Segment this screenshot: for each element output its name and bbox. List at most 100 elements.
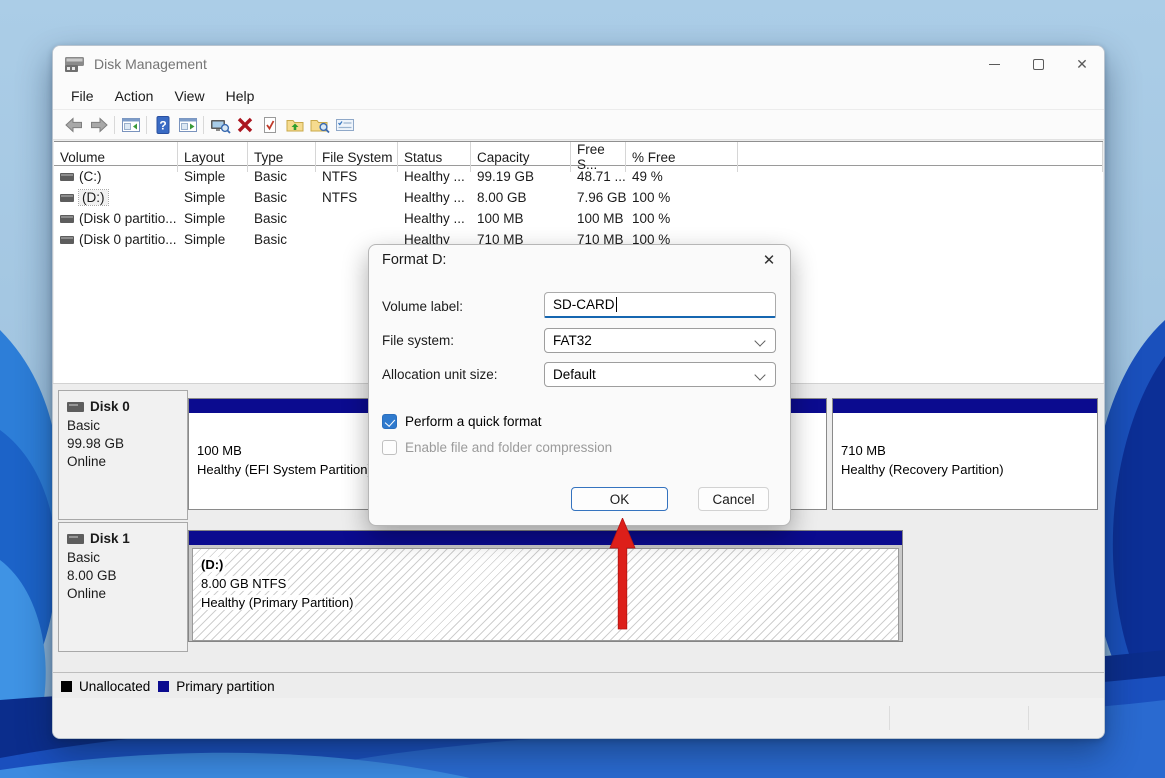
desktop: Disk Management ✕ File Action View Help [0, 0, 1165, 778]
file-system-select[interactable]: FAT32 [544, 328, 776, 353]
recovery-partition-status: Healthy (Recovery Partition) [841, 460, 1097, 479]
text-caret [616, 297, 617, 312]
toolbar-delete-volume-button[interactable] [232, 113, 257, 137]
toolbar-back-button[interactable] [61, 113, 86, 137]
properties-check-icon [260, 115, 280, 135]
folder-up-icon [285, 115, 305, 135]
minimize-icon [989, 64, 1000, 65]
legend: Unallocated Primary partition [53, 672, 1104, 699]
dialog-title: Format D: [382, 252, 446, 268]
toolbar-details-button[interactable] [332, 113, 357, 137]
disk1-kind: Basic [59, 548, 187, 566]
statusbar-separator [889, 706, 890, 730]
toolbar-folder-up-button[interactable] [282, 113, 307, 137]
toolbar-separator [114, 116, 115, 134]
toolbar-separator [146, 116, 147, 134]
ok-button[interactable]: OK [571, 487, 668, 511]
toolbar-forward-button[interactable] [86, 113, 111, 137]
red-annotation-arrow [609, 518, 636, 632]
volume-list-header: Volume Layout Type File System Status Ca… [54, 142, 1103, 166]
file-system-label: File system: [382, 333, 454, 348]
d-partition-size: 8.00 GB NTFS [201, 576, 288, 591]
format-dialog: Format D: ✕ Volume label: SD-CARD File s… [368, 244, 791, 526]
toolbar-separator [203, 116, 204, 134]
disk-icon [67, 402, 84, 412]
volume-row-c[interactable]: (C:) Simple Basic NTFS Healthy ... 99.19… [54, 166, 1103, 187]
partition-color-bar [189, 531, 902, 545]
volume-label-input[interactable]: SD-CARD [544, 292, 776, 318]
console-tree-icon [121, 115, 141, 135]
statusbar-separator [1028, 706, 1029, 730]
toolbar-action-pane-button[interactable] [175, 113, 200, 137]
chevron-down-icon [754, 335, 765, 346]
menu-view[interactable]: View [165, 85, 213, 107]
allocation-unit-select[interactable]: Default [544, 362, 776, 387]
d-partition-status: Healthy (Primary Partition) [201, 595, 355, 610]
delete-x-icon [235, 115, 255, 135]
titlebar: Disk Management ✕ [53, 46, 1104, 82]
menu-help[interactable]: Help [217, 85, 264, 107]
volume-row-d[interactable]: (D:) Simple Basic NTFS Healthy ... 8.00 … [54, 187, 1103, 208]
d-partition-name: (D:) [201, 557, 225, 572]
close-icon: ✕ [1076, 57, 1088, 71]
disk1-status: Online [59, 584, 187, 602]
action-pane-icon [178, 115, 198, 135]
menubar: File Action View Help [53, 82, 1104, 110]
forward-arrow-icon [89, 115, 109, 135]
computer-search-icon [209, 115, 231, 135]
toolbar: ? [53, 110, 1104, 140]
toolbar-properties-button[interactable] [257, 113, 282, 137]
disk-management-app-icon [64, 56, 85, 73]
window-controls: ✕ [972, 46, 1104, 82]
volume-icon [60, 215, 74, 223]
compression-checkbox-row: Enable file and folder compression [382, 440, 612, 455]
maximize-button[interactable] [1016, 46, 1060, 82]
unallocated-swatch [61, 681, 72, 692]
details-pane-icon [335, 115, 355, 135]
toolbar-console-tree-button[interactable] [118, 113, 143, 137]
menu-action[interactable]: Action [106, 85, 163, 107]
disk0-info-panel[interactable]: Disk 0 Basic 99.98 GB Online [58, 390, 188, 520]
allocation-unit-label: Allocation unit size: [382, 367, 498, 382]
chevron-down-icon [754, 369, 765, 380]
volume-label-label: Volume label: [382, 299, 463, 314]
volume-icon [60, 236, 74, 244]
legend-item-primary-partition: Primary partition [158, 679, 274, 694]
selected-volume-label: (D:) [79, 190, 108, 205]
statusbar [53, 698, 1104, 738]
volume-icon [60, 194, 74, 202]
disk1-size: 8.00 GB [59, 566, 187, 584]
folder-search-icon [309, 115, 331, 135]
toolbar-folder-search-button[interactable] [307, 113, 332, 137]
disk0-status: Online [59, 452, 187, 470]
dialog-close-button[interactable]: ✕ [758, 249, 780, 271]
legend-item-unallocated: Unallocated [61, 679, 150, 694]
svg-text:?: ? [159, 118, 166, 132]
volume-icon [60, 173, 74, 181]
cancel-button[interactable]: Cancel [698, 487, 769, 511]
menu-file[interactable]: File [62, 85, 103, 107]
quick-format-checkbox-row[interactable]: Perform a quick format [382, 414, 542, 429]
recovery-partition-size: 710 MB [841, 441, 1097, 460]
partition-color-bar [833, 399, 1097, 415]
close-icon: ✕ [763, 251, 776, 269]
back-arrow-icon [64, 115, 84, 135]
checkbox-checked-icon[interactable] [382, 414, 397, 429]
checkbox-unchecked-icon [382, 440, 397, 455]
disk0-recovery-partition[interactable]: 710 MB Healthy (Recovery Partition) [832, 398, 1098, 510]
disk1-info-panel[interactable]: Disk 1 Basic 8.00 GB Online [58, 522, 188, 652]
toolbar-rescan-button[interactable] [207, 113, 232, 137]
window-title: Disk Management [94, 56, 207, 72]
selected-partition-hatch: (D:) 8.00 GB NTFS Healthy (Primary Parti… [192, 548, 899, 641]
disk1-d-partition-selected[interactable]: (D:) 8.00 GB NTFS Healthy (Primary Parti… [188, 530, 903, 642]
minimize-button[interactable] [972, 46, 1016, 82]
help-icon: ? [153, 115, 173, 135]
close-button[interactable]: ✕ [1060, 46, 1104, 82]
primary-partition-swatch [158, 681, 169, 692]
disk0-kind: Basic [59, 416, 187, 434]
volume-row-efi[interactable]: (Disk 0 partitio... Simple Basic Healthy… [54, 208, 1103, 229]
disk0-size: 99.98 GB [59, 434, 187, 452]
toolbar-help-button[interactable]: ? [150, 113, 175, 137]
maximize-icon [1033, 59, 1044, 70]
disk-icon [67, 534, 84, 544]
